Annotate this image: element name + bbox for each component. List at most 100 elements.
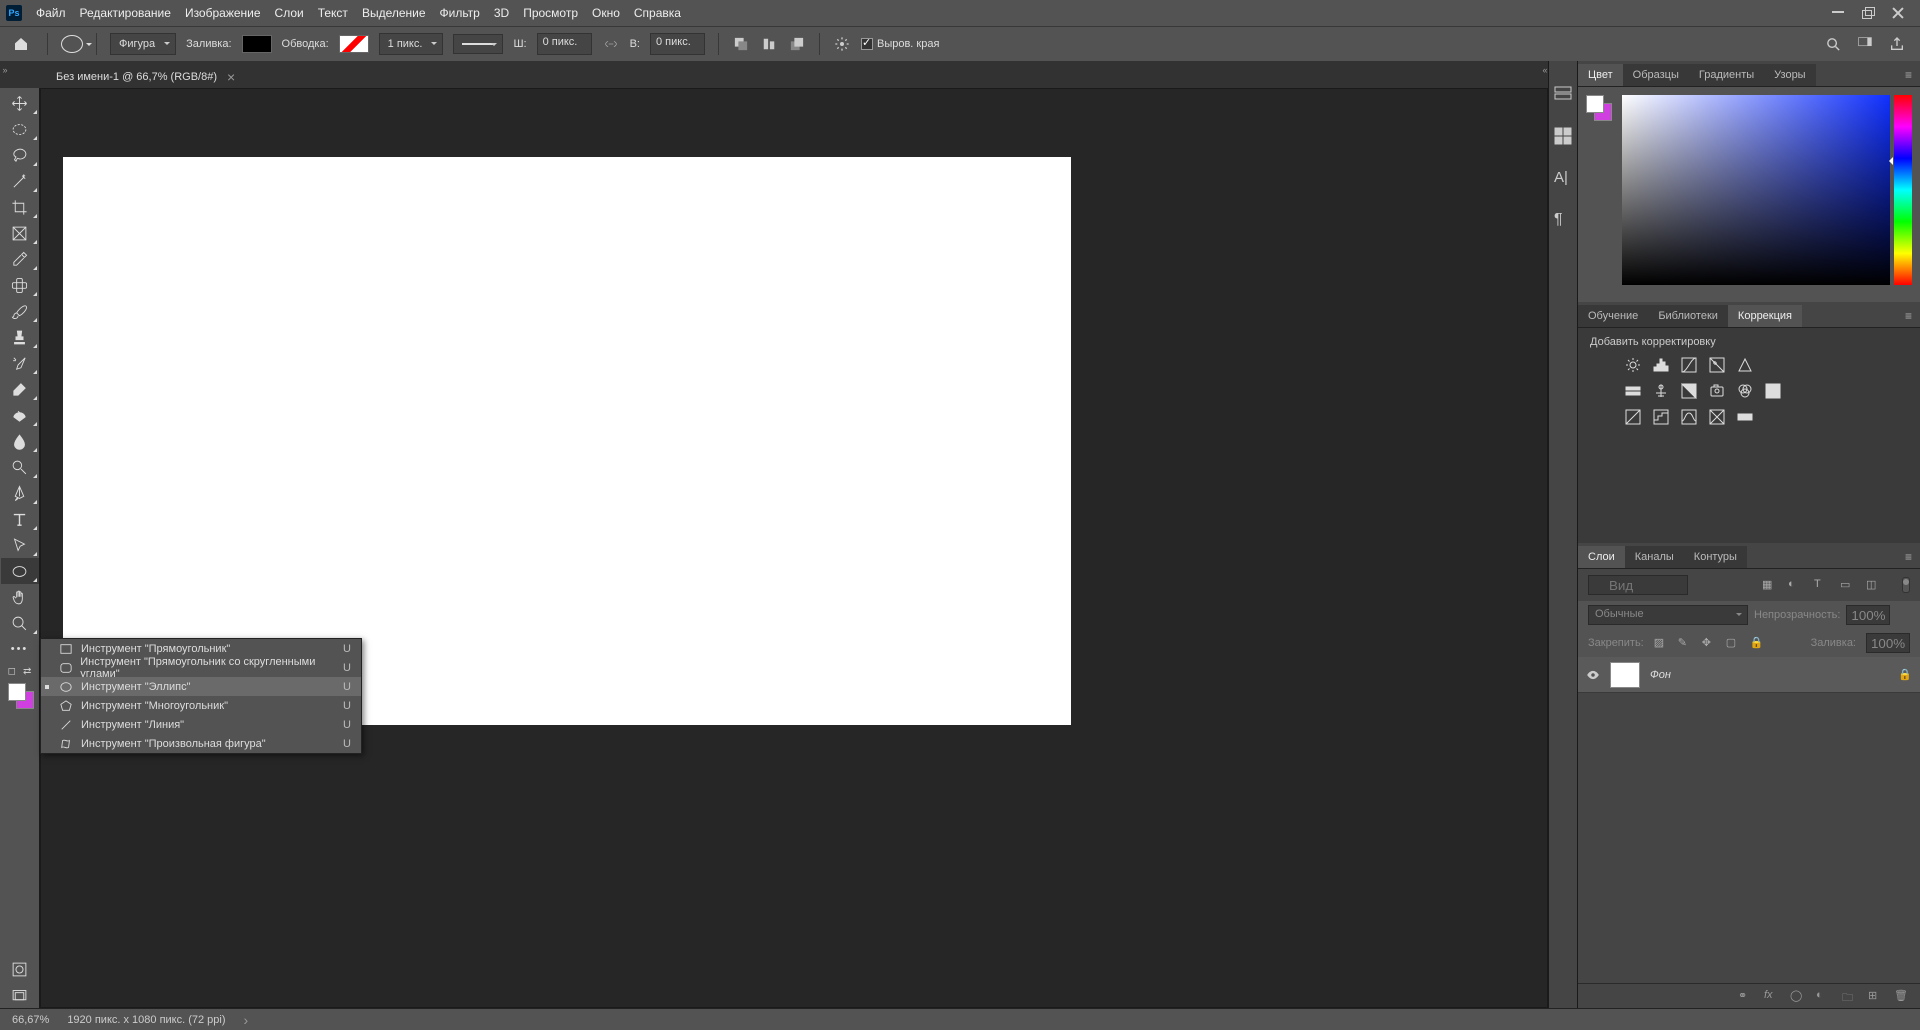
layer-thumbnail[interactable] xyxy=(1610,662,1640,688)
path-select-tool[interactable] xyxy=(1,532,39,558)
menu-window[interactable]: Окно xyxy=(592,6,620,20)
tool-preset-ellipse-icon[interactable] xyxy=(61,35,83,53)
stroke-width-input[interactable]: 1 пикс. xyxy=(379,33,444,55)
flyout-line[interactable]: Инструмент "Линия"U xyxy=(41,715,361,734)
character-panel-icon[interactable]: A| xyxy=(1554,169,1572,187)
layer-name[interactable]: Фон xyxy=(1650,669,1671,681)
new-group-icon[interactable]: 🗀 xyxy=(1842,989,1858,1003)
filter-smart-icon[interactable]: ◫ xyxy=(1866,578,1882,592)
adj-bw-icon[interactable] xyxy=(1680,382,1698,400)
swap-colors-icon[interactable]: ⇄ xyxy=(23,666,31,677)
share-icon[interactable] xyxy=(1888,35,1906,53)
status-flyout-icon[interactable]: › xyxy=(244,1012,249,1028)
adjust-panel-menu[interactable]: ≡ xyxy=(1897,305,1920,327)
adj-colorlookup-icon[interactable] xyxy=(1764,382,1782,400)
layer-lock-icon[interactable]: 🔒 xyxy=(1898,668,1912,681)
adj-vibrance-icon[interactable] xyxy=(1736,356,1754,374)
adj-exposure-icon[interactable] xyxy=(1708,356,1726,374)
brush-tool[interactable] xyxy=(1,298,39,324)
search-icon[interactable] xyxy=(1824,35,1842,53)
tab-color[interactable]: Цвет xyxy=(1578,64,1623,86)
flyout-rounded-rectangle[interactable]: Инструмент "Прямоугольник со скругленным… xyxy=(41,658,361,677)
hue-slider[interactable] xyxy=(1894,95,1912,285)
menu-select[interactable]: Выделение xyxy=(362,6,426,20)
align-edges-checkbox[interactable] xyxy=(861,38,873,50)
adj-photofilter-icon[interactable] xyxy=(1708,382,1726,400)
eraser-tool[interactable] xyxy=(1,376,39,402)
layer-fx-icon[interactable]: fx xyxy=(1764,989,1780,1003)
doc-dimensions[interactable]: 1920 пикс. x 1080 пикс. (72 ppi) xyxy=(67,1014,225,1026)
lock-artboard-icon[interactable]: ▢ xyxy=(1726,636,1740,650)
adj-channelmixer-icon[interactable] xyxy=(1736,382,1754,400)
lock-position-icon[interactable]: ✥ xyxy=(1702,636,1716,650)
lock-paint-icon[interactable]: ✎ xyxy=(1678,636,1692,650)
menu-layers[interactable]: Слои xyxy=(275,6,304,20)
path-ops-icon[interactable] xyxy=(732,35,750,53)
flyout-polygon[interactable]: Инструмент "Многоугольник"U xyxy=(41,696,361,715)
move-tool[interactable] xyxy=(1,90,39,116)
tab-learn[interactable]: Обучение xyxy=(1578,305,1648,327)
opacity-input[interactable] xyxy=(1846,605,1890,625)
screenmode-toggle[interactable] xyxy=(1,982,39,1008)
window-minimize[interactable] xyxy=(1832,7,1844,13)
adj-invert-icon[interactable] xyxy=(1624,408,1642,426)
eyedropper-tool[interactable] xyxy=(1,246,39,272)
filter-toggle[interactable] xyxy=(1902,577,1910,593)
tab-swatches[interactable]: Образцы xyxy=(1623,64,1689,86)
delete-layer-icon[interactable]: 🗑 xyxy=(1894,989,1910,1003)
home-button[interactable] xyxy=(8,31,34,57)
adj-levels-icon[interactable] xyxy=(1652,356,1670,374)
more-tools[interactable]: ••• xyxy=(1,636,39,662)
hand-tool[interactable] xyxy=(1,584,39,610)
quickmask-toggle[interactable] xyxy=(1,956,39,982)
adj-curves-icon[interactable] xyxy=(1680,356,1698,374)
dock-handle-left[interactable]: » xyxy=(0,61,10,79)
adj-posterize-icon[interactable] xyxy=(1652,408,1670,426)
layer-visibility-icon[interactable] xyxy=(1586,668,1600,682)
tab-layers[interactable]: Слои xyxy=(1578,546,1625,568)
arrange-icon[interactable] xyxy=(788,35,806,53)
fill-color-swatch[interactable] xyxy=(242,35,272,53)
menu-help[interactable]: Справка xyxy=(634,6,681,20)
tab-adjustments[interactable]: Коррекция xyxy=(1728,305,1802,327)
adj-threshold-icon[interactable] xyxy=(1680,408,1698,426)
history-brush-tool[interactable] xyxy=(1,350,39,376)
adj-colorbalance-icon[interactable] xyxy=(1652,382,1670,400)
menu-text[interactable]: Текст xyxy=(318,6,348,20)
paragraph-panel-icon[interactable]: ¶ xyxy=(1554,211,1572,229)
document-tab[interactable]: Без имени-1 @ 66,7% (RGB/8#) × xyxy=(44,65,247,88)
fill-opacity-input[interactable] xyxy=(1866,633,1910,653)
text-tool[interactable] xyxy=(1,506,39,532)
close-tab-icon[interactable]: × xyxy=(227,72,235,82)
properties-panel-icon[interactable] xyxy=(1554,127,1572,145)
filter-adjust-icon[interactable]: ◐ xyxy=(1788,578,1804,592)
window-maximize[interactable] xyxy=(1862,7,1874,17)
healing-tool[interactable] xyxy=(1,272,39,298)
gear-icon[interactable] xyxy=(833,35,851,53)
menu-file[interactable]: Файл xyxy=(36,6,66,20)
marquee-tool[interactable] xyxy=(1,116,39,142)
default-colors-icon[interactable]: ◻ xyxy=(8,666,16,677)
adj-gradientmap-icon[interactable] xyxy=(1736,408,1754,426)
color-panel-menu[interactable]: ≡ xyxy=(1897,64,1920,86)
blend-mode-dropdown[interactable]: Обычные xyxy=(1588,605,1748,625)
add-mask-icon[interactable]: ◯ xyxy=(1790,989,1806,1003)
menu-3d[interactable]: 3D xyxy=(494,6,509,20)
stroke-color-swatch[interactable] xyxy=(339,35,369,53)
crop-tool[interactable] xyxy=(1,194,39,220)
foreground-color[interactable] xyxy=(8,683,26,701)
zoom-tool[interactable] xyxy=(1,610,39,636)
tab-patterns[interactable]: Узоры xyxy=(1764,64,1815,86)
adj-selective-icon[interactable] xyxy=(1708,408,1726,426)
canvas-area[interactable] xyxy=(40,88,1548,1008)
gradient-tool[interactable] xyxy=(1,402,39,428)
stamp-tool[interactable] xyxy=(1,324,39,350)
filter-pixel-icon[interactable]: ▦ xyxy=(1762,578,1778,592)
height-input[interactable]: 0 пикс. xyxy=(650,33,705,55)
lasso-tool[interactable] xyxy=(1,142,39,168)
menu-view[interactable]: Просмотр xyxy=(523,6,578,20)
workspace-icon[interactable] xyxy=(1856,35,1874,53)
color-field[interactable] xyxy=(1622,95,1890,285)
lock-pixels-icon[interactable]: ▨ xyxy=(1654,636,1668,650)
history-panel-icon[interactable] xyxy=(1554,85,1572,103)
